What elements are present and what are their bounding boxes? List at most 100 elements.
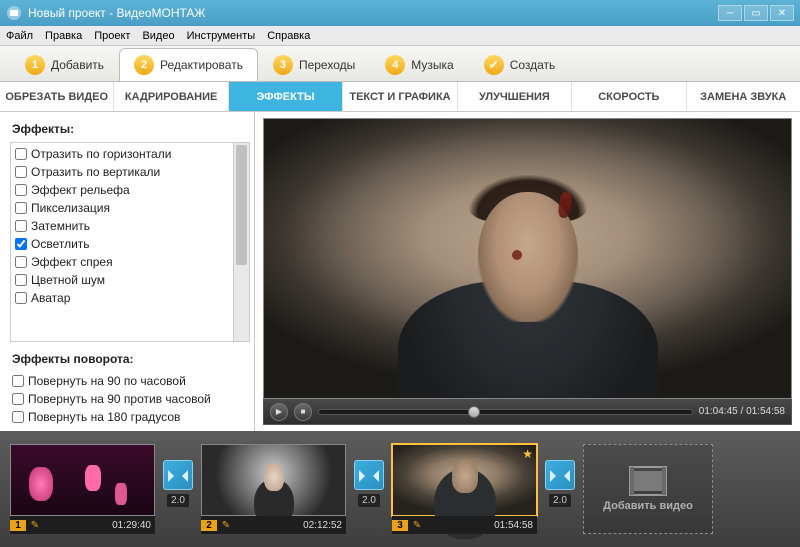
menu-tools[interactable]: Инструменты xyxy=(187,30,256,42)
effect-item[interactable]: Отразить по вертикали xyxy=(13,163,249,181)
effect-item[interactable]: Эффект спрея xyxy=(13,253,249,271)
subtabs: ОБРЕЗАТЬ ВИДЕО КАДРИРОВАНИЕ ЭФФЕКТЫ ТЕКС… xyxy=(0,82,800,112)
menu-file[interactable]: Файл xyxy=(6,30,33,42)
tab-enhance[interactable]: УЛУЧШЕНИЯ xyxy=(458,82,572,111)
effect-checkbox[interactable] xyxy=(15,202,27,214)
effect-label: Эффект рельефа xyxy=(31,183,130,197)
effect-label: Пикселизация xyxy=(31,201,110,215)
transition-duration: 2.0 xyxy=(549,494,571,507)
effect-checkbox[interactable] xyxy=(15,238,27,250)
step-edit[interactable]: 2Редактировать xyxy=(119,48,258,81)
effects-scrollbar[interactable] xyxy=(233,143,249,341)
effect-label: Эффект спрея xyxy=(31,255,113,269)
seek-knob[interactable] xyxy=(468,406,480,418)
effects-panel: Эффекты: Отразить по горизонтали Отразить… xyxy=(0,112,255,431)
tab-trim[interactable]: ОБРЕЗАТЬ ВИДЕО xyxy=(0,82,114,111)
tab-text[interactable]: ТЕКСТ И ГРАФИКА xyxy=(343,82,457,111)
clip-index: 1 xyxy=(10,520,26,531)
rotation-label: Повернуть на 90 против часовой xyxy=(28,392,211,406)
pencil-icon[interactable]: ✎ xyxy=(408,520,426,531)
menu-bar: Файл Правка Проект Видео Инструменты Спр… xyxy=(0,26,800,46)
step-transitions[interactable]: 3Переходы xyxy=(258,48,370,81)
effect-item[interactable]: Пикселизация xyxy=(13,199,249,217)
transition-duration: 2.0 xyxy=(167,494,189,507)
effect-item[interactable]: Эффект рельефа xyxy=(13,181,249,199)
rotation-item[interactable]: Повернуть на 90 против часовой xyxy=(10,390,250,408)
rotation-item[interactable]: Повернуть на 180 градусов xyxy=(10,408,250,426)
close-button[interactable]: ✕ xyxy=(770,5,794,21)
scrollbar-thumb[interactable] xyxy=(236,145,247,265)
app-icon xyxy=(6,5,22,21)
video-frame xyxy=(264,119,791,398)
window-title: Новый проект - ВидеоМОНТАЖ xyxy=(28,6,206,20)
rotation-label: Повернуть на 180 градусов xyxy=(28,410,180,424)
effect-checkbox[interactable] xyxy=(15,256,27,268)
play-button[interactable]: ▶ xyxy=(270,403,288,421)
timeline-clip[interactable]: 2✎02:12:52 xyxy=(201,444,346,534)
tab-audio[interactable]: ЗАМЕНА ЗВУКА xyxy=(687,82,800,111)
clip-meta: 1✎ 01:29:40 xyxy=(10,516,155,534)
transition-slot[interactable]: 2.0 xyxy=(354,460,384,518)
effects-title: Эффекты: xyxy=(12,122,250,136)
steps-bar: 1Добавить 2Редактировать 3Переходы 4Музы… xyxy=(0,46,800,82)
clip-duration: 02:12:52 xyxy=(303,520,346,531)
effect-label: Отразить по горизонтали xyxy=(31,147,171,161)
effect-item[interactable]: Затемнить xyxy=(13,217,249,235)
rotation-checkbox[interactable] xyxy=(12,375,24,387)
stop-button[interactable]: ■ xyxy=(294,403,312,421)
effect-item[interactable]: Отразить по горизонтали xyxy=(13,145,249,163)
tab-speed[interactable]: СКОРОСТЬ xyxy=(572,82,686,111)
video-preview[interactable] xyxy=(263,118,792,399)
check-icon: ✔ xyxy=(484,55,504,75)
clip-duration: 01:29:40 xyxy=(112,520,155,531)
pencil-icon[interactable]: ✎ xyxy=(26,520,44,531)
film-icon xyxy=(629,466,667,496)
menu-edit[interactable]: Правка xyxy=(45,30,82,42)
rotation-label: Повернуть на 90 по часовой xyxy=(28,374,186,388)
effect-label: Цветной шум xyxy=(31,273,105,287)
transition-slot[interactable]: 2.0 xyxy=(545,460,575,518)
transition-duration: 2.0 xyxy=(358,494,380,507)
effect-item[interactable]: Цветной шум xyxy=(13,271,249,289)
effect-item[interactable]: Аватар xyxy=(13,289,249,307)
tab-effects[interactable]: ЭФФЕКТЫ xyxy=(229,82,343,111)
timeline-clip[interactable]: ★3✎01:54:58 xyxy=(392,444,537,534)
tab-crop[interactable]: КАДРИРОВАНИЕ xyxy=(114,82,228,111)
maximize-button[interactable]: ▭ xyxy=(744,5,768,21)
menu-help[interactable]: Справка xyxy=(267,30,310,42)
step-create[interactable]: ✔Создать xyxy=(469,48,571,81)
clip-thumbnail xyxy=(201,444,346,516)
effect-checkbox[interactable] xyxy=(15,220,27,232)
effect-checkbox[interactable] xyxy=(15,274,27,286)
star-icon: ★ xyxy=(522,447,533,461)
clip-meta: 3✎01:54:58 xyxy=(392,516,537,534)
step-add[interactable]: 1Добавить xyxy=(10,48,119,81)
effect-label: Осветлить xyxy=(31,237,90,251)
effect-item[interactable]: Осветлить xyxy=(13,235,249,253)
rotation-checkbox[interactable] xyxy=(12,393,24,405)
effect-label: Аватар xyxy=(31,291,70,305)
menu-video[interactable]: Видео xyxy=(142,30,174,42)
step-music[interactable]: 4Музыка xyxy=(370,48,468,81)
pencil-icon[interactable]: ✎ xyxy=(217,520,235,531)
rotation-item[interactable]: Повернуть на 90 по часовой xyxy=(10,372,250,390)
effect-checkbox[interactable] xyxy=(15,184,27,196)
effect-checkbox[interactable] xyxy=(15,292,27,304)
clip-duration: 01:54:58 xyxy=(494,520,537,531)
effect-checkbox[interactable] xyxy=(15,148,27,160)
clip-thumbnail xyxy=(392,444,537,516)
timeline-clip[interactable]: 1✎ 01:29:40 xyxy=(10,444,155,534)
transition-icon xyxy=(545,460,575,490)
transition-icon xyxy=(163,460,193,490)
effect-label: Затемнить xyxy=(31,219,90,233)
rotation-checkbox[interactable] xyxy=(12,411,24,423)
menu-project[interactable]: Проект xyxy=(94,30,130,42)
timeline: 1✎01:29:402.02✎02:12:522.0★3✎01:54:582.0… xyxy=(0,431,800,547)
clip-meta: 2✎02:12:52 xyxy=(201,516,346,534)
seek-bar[interactable] xyxy=(318,409,693,415)
add-video-button[interactable]: Добавить видео xyxy=(583,444,713,534)
effect-checkbox[interactable] xyxy=(15,166,27,178)
transition-slot[interactable]: 2.0 xyxy=(163,460,193,518)
minimize-button[interactable]: ─ xyxy=(718,5,742,21)
time-display: 01:04:45 / 01:54:58 xyxy=(699,406,785,417)
